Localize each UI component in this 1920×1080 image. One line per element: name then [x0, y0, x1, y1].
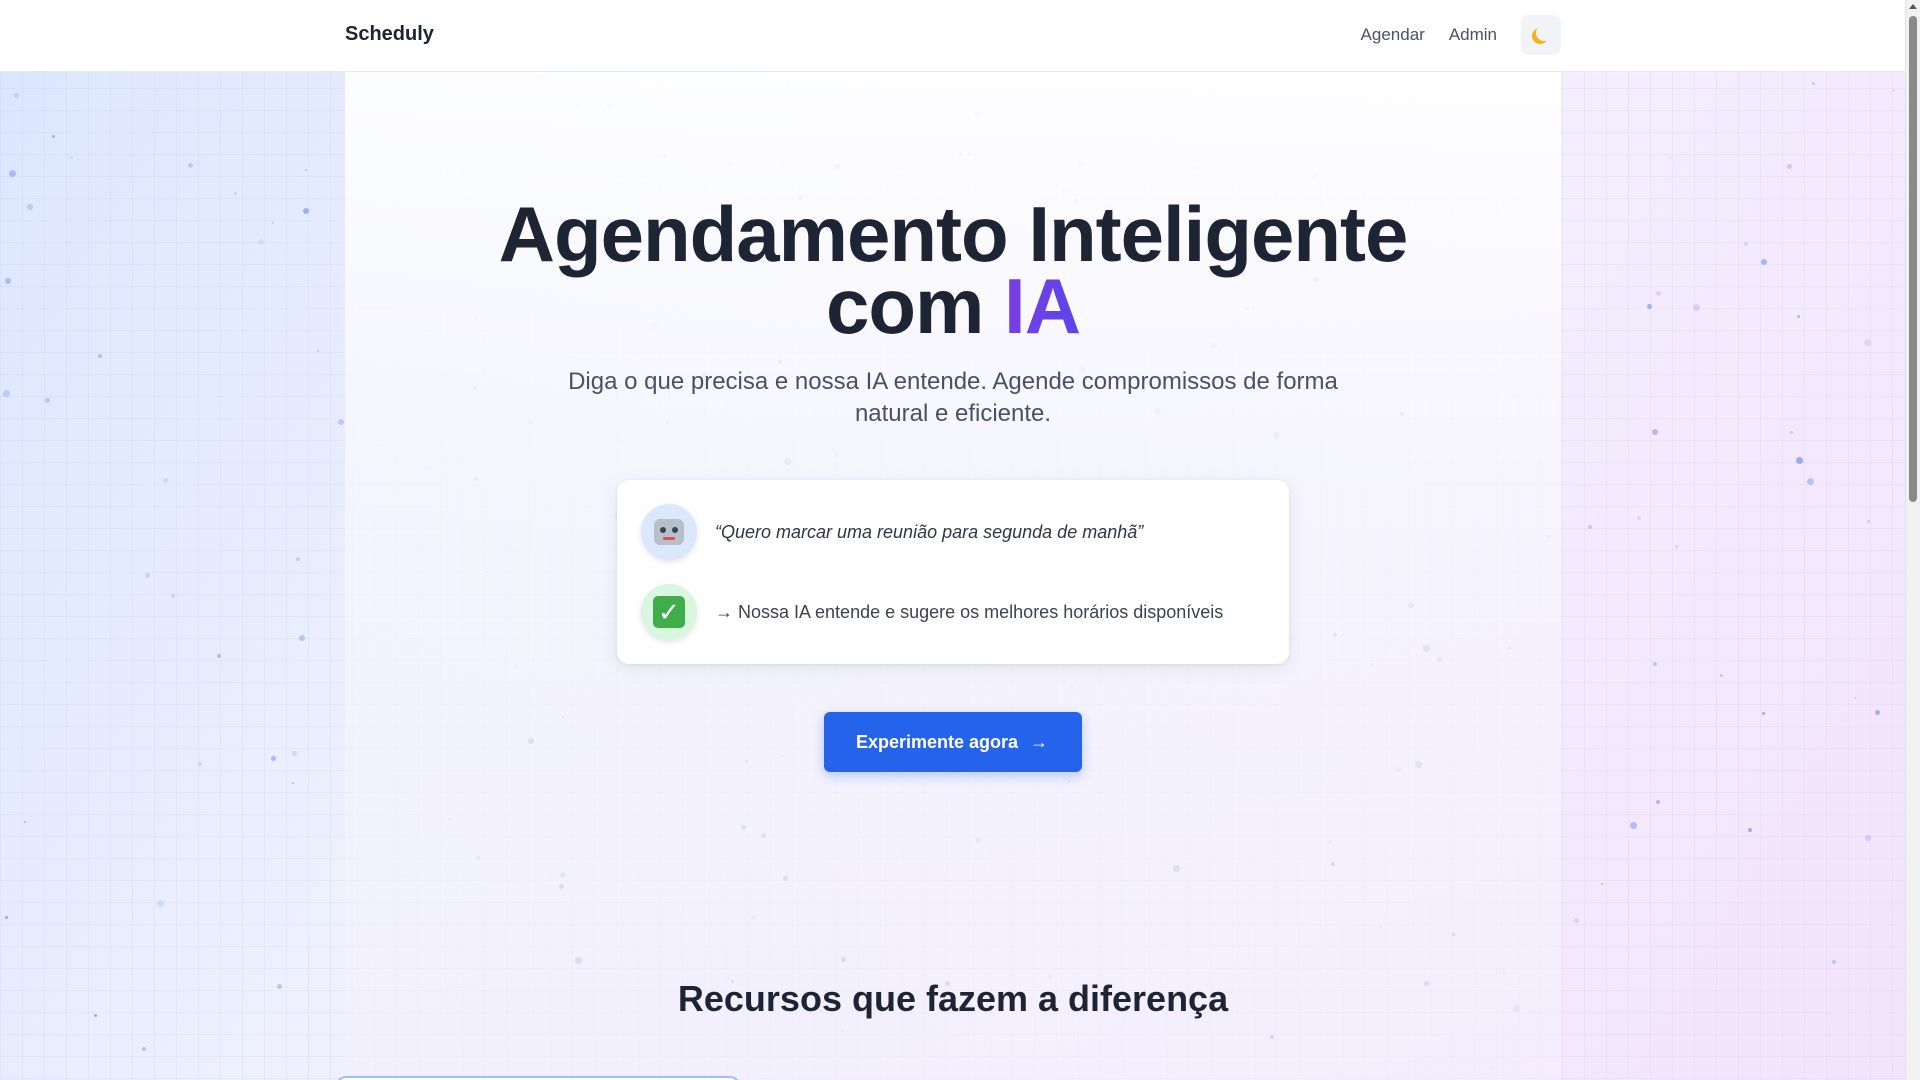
particle-dot — [142, 1047, 146, 1051]
particle-dot — [1720, 674, 1723, 677]
check-mark-icon: ✓ — [641, 584, 697, 640]
particle-dot — [1656, 291, 1661, 296]
particle-dot — [1588, 525, 1592, 529]
feature-card — [336, 1076, 740, 1080]
particle-dot — [292, 751, 297, 756]
try-now-label: Experimente agora — [855, 731, 1019, 752]
moon-icon — [1536, 25, 1552, 41]
particle-dot — [1761, 259, 1767, 265]
arrow-right-icon: → — [1030, 731, 1049, 752]
try-now-button[interactable]: Experimente agora → — [823, 712, 1083, 772]
particle-dot — [1669, 157, 1671, 159]
particle-dot — [1647, 304, 1652, 309]
particle-dot — [1892, 89, 1895, 92]
particle-dot — [1865, 835, 1871, 841]
hero-title-line2-prefix: com — [825, 262, 1005, 350]
particle-dot — [1867, 520, 1870, 523]
particle-dot — [296, 557, 300, 561]
particle-dot — [45, 398, 50, 403]
particle-dot — [5, 278, 11, 284]
theme-toggle-button[interactable] — [1521, 15, 1561, 55]
particle-dot — [3, 390, 10, 397]
particle-dot — [145, 573, 150, 578]
example-quote: “Quero marcar uma reunião para segunda d… — [715, 521, 1144, 542]
particle-dot — [338, 419, 344, 425]
particle-dot — [1601, 883, 1603, 885]
particle-dot — [1652, 429, 1658, 435]
particle-dot — [1656, 800, 1660, 804]
brand-logo[interactable]: Scheduly — [345, 23, 434, 46]
hero-title: Agendamento Inteligente com IA — [345, 195, 1561, 345]
particle-dot — [1630, 822, 1637, 829]
particle-dot — [1748, 828, 1752, 832]
particle-dot — [234, 192, 237, 195]
particle-dot — [5, 916, 8, 919]
particle-dot — [1807, 478, 1814, 485]
particle-dot — [1653, 662, 1657, 666]
particle-dot — [272, 222, 274, 224]
particle-dot — [1796, 457, 1803, 464]
example-answer-row: ✓ → Nossa IA entende e sugere os melhore… — [641, 584, 1223, 640]
page-scrollbar[interactable] — [1905, 0, 1920, 1080]
top-navbar: Scheduly Agendar Admin — [0, 0, 1906, 72]
particle-dot — [1797, 315, 1800, 318]
main-nav: Agendar Admin — [1361, 15, 1561, 55]
particle-dot — [98, 354, 102, 358]
particle-dot — [1675, 545, 1678, 548]
particle-dot — [157, 900, 164, 907]
particle-dot — [94, 1014, 97, 1017]
particle-dot — [1812, 82, 1815, 85]
particle-dot — [1864, 339, 1871, 346]
nav-link-admin[interactable]: Admin — [1449, 25, 1497, 45]
scroll-up-icon[interactable] — [1909, 4, 1917, 9]
example-card: “Quero marcar uma reunião para segunda d… — [617, 480, 1289, 664]
example-answer: → Nossa IA entende e sugere os melhores … — [715, 601, 1224, 622]
particle-dot — [258, 239, 264, 245]
example-quote-row: “Quero marcar uma reunião para segunda d… — [641, 504, 1143, 560]
hero-title-accent: IA — [1004, 262, 1081, 350]
particle-dot — [1787, 164, 1792, 169]
particle-dot — [24, 821, 26, 823]
particle-dot — [1790, 431, 1793, 434]
particle-dot — [277, 984, 282, 989]
robot-icon — [641, 504, 697, 560]
particle-dot — [27, 204, 33, 210]
particle-dot — [1875, 710, 1880, 715]
particle-dot — [1693, 304, 1700, 311]
particle-dot — [14, 93, 19, 98]
particle-dot — [188, 163, 193, 168]
particle-dot — [198, 762, 202, 766]
hero-section: Agendamento Inteligente com IA Diga o qu… — [345, 72, 1561, 772]
scrollbar-thumb[interactable] — [1909, 16, 1917, 502]
particle-dot — [1744, 242, 1748, 246]
particle-dot — [217, 654, 221, 658]
particle-dot — [299, 635, 305, 641]
particle-dot — [1637, 516, 1641, 520]
particle-dot — [70, 156, 73, 159]
particle-dot — [271, 756, 276, 761]
hero-subtitle: Diga o que precisa e nossa IA entende. A… — [568, 368, 1338, 427]
particle-dot — [1854, 697, 1856, 699]
particle-dot — [171, 594, 175, 598]
particle-dot — [305, 169, 307, 171]
nav-link-agendar[interactable]: Agendar — [1361, 25, 1425, 45]
particle-dot — [303, 208, 309, 214]
particle-dot — [9, 170, 16, 177]
particle-dot — [163, 478, 168, 483]
particle-dot — [52, 135, 55, 138]
particle-dot — [292, 782, 294, 784]
particle-dot — [1762, 712, 1765, 715]
particle-dot — [1832, 960, 1836, 964]
particle-dot — [317, 350, 319, 352]
features-section-title: Recursos que fazem a diferença — [677, 978, 1229, 1019]
particle-dot — [1574, 918, 1579, 923]
